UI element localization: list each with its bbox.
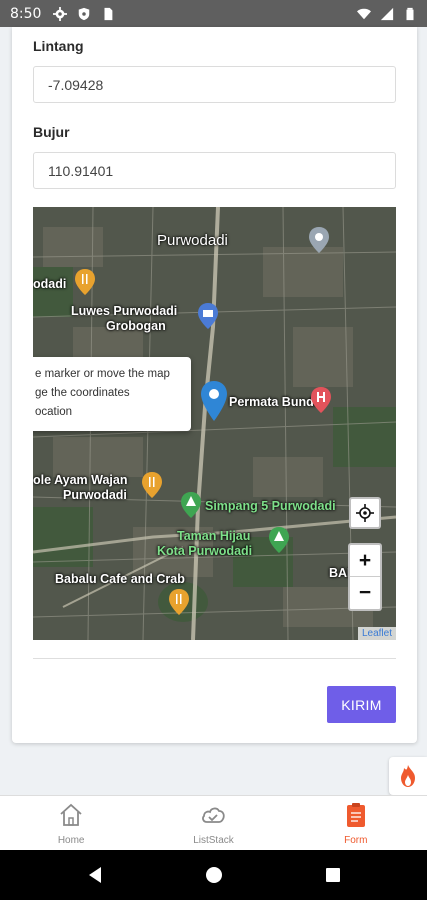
map-attribution-link[interactable]: Leaflet	[357, 627, 396, 640]
map-label-restaurant-left: odadi	[33, 277, 67, 291]
latitude-label: Lintang	[33, 38, 84, 54]
divider	[33, 658, 396, 659]
map-label-simpang: Simpang 5 Purwodadi	[205, 499, 336, 513]
fire-icon	[401, 765, 415, 787]
form-card: Lintang -7.09428 Bujur 110.91401 Purwoda…	[12, 27, 417, 743]
restaurant-icon	[142, 472, 162, 498]
map-label-hospital: Permata Bunda	[229, 395, 321, 409]
back-icon[interactable]	[87, 866, 103, 884]
wifi-icon	[357, 8, 371, 19]
status-time: 8:50	[10, 5, 42, 22]
map-label-taman-sub: Kota Purwodadi	[157, 544, 253, 558]
tab-label: Home	[57, 835, 85, 846]
poi-marker-icon	[309, 227, 329, 253]
battery-icon	[406, 7, 414, 20]
map-label-ayam-sub: Purwodadi	[63, 488, 127, 502]
zoom-out-button[interactable]: −	[350, 577, 380, 609]
hospital-icon	[311, 387, 331, 413]
map-label-luwes-sub: Grobogan	[106, 319, 166, 333]
restaurant-icon	[169, 589, 189, 615]
park-icon	[181, 492, 201, 518]
sim-card-icon	[104, 7, 113, 20]
map-label-city: Purwodadi	[157, 232, 228, 249]
tab-liststack[interactable]: ListStack	[142, 796, 284, 850]
settings-icon	[53, 6, 68, 21]
longitude-field[interactable]: 110.91401	[33, 152, 396, 189]
restaurant-icon	[75, 269, 95, 295]
status-bar: 8:50	[0, 0, 427, 27]
popup-line: ocation	[35, 406, 73, 418]
map-label-ayam: ole Ayam Wajan	[33, 473, 128, 487]
map-label-taman: Taman Hijau	[177, 529, 251, 543]
longitude-label: Bujur	[33, 124, 70, 140]
locate-button[interactable]	[349, 497, 381, 529]
system-nav-bar	[0, 850, 427, 900]
map-label-luwes: Luwes Purwodadi	[71, 304, 178, 318]
signal-icon	[380, 7, 394, 20]
submit-button[interactable]: KIRIM	[327, 686, 396, 723]
zoom-in-button[interactable]: +	[350, 545, 380, 577]
tab-label: ListStack	[193, 835, 234, 846]
bottom-tab-bar: Home ListStack Form	[0, 795, 427, 850]
clipboard-icon	[346, 803, 365, 827]
crosshair-icon	[356, 504, 374, 522]
park-icon	[269, 527, 289, 553]
recents-icon[interactable]	[325, 867, 341, 883]
shopping-icon	[198, 303, 218, 329]
home-icon	[60, 803, 82, 826]
tab-home[interactable]: Home	[0, 796, 142, 850]
map-popup: e marker or move the map ge the coordina…	[33, 357, 191, 431]
fire-button[interactable]	[389, 757, 427, 795]
zoom-control: + −	[348, 543, 382, 611]
map-label-babalu: Babalu Cafe and Crab	[55, 572, 185, 586]
tab-form[interactable]: Form	[285, 796, 427, 850]
location-marker-icon[interactable]	[201, 381, 227, 421]
home-nav-icon[interactable]	[205, 866, 223, 884]
popup-line: e marker or move the map	[35, 368, 170, 380]
location-map[interactable]: Purwodadi odadi Luwes Purwodadi Grobogan…	[33, 207, 396, 640]
cloud-check-icon	[202, 807, 226, 823]
tab-label: Form	[344, 835, 368, 846]
popup-line: ge the coordinates	[35, 387, 130, 399]
shield-icon	[79, 7, 90, 20]
latitude-field[interactable]: -7.09428	[33, 66, 396, 103]
